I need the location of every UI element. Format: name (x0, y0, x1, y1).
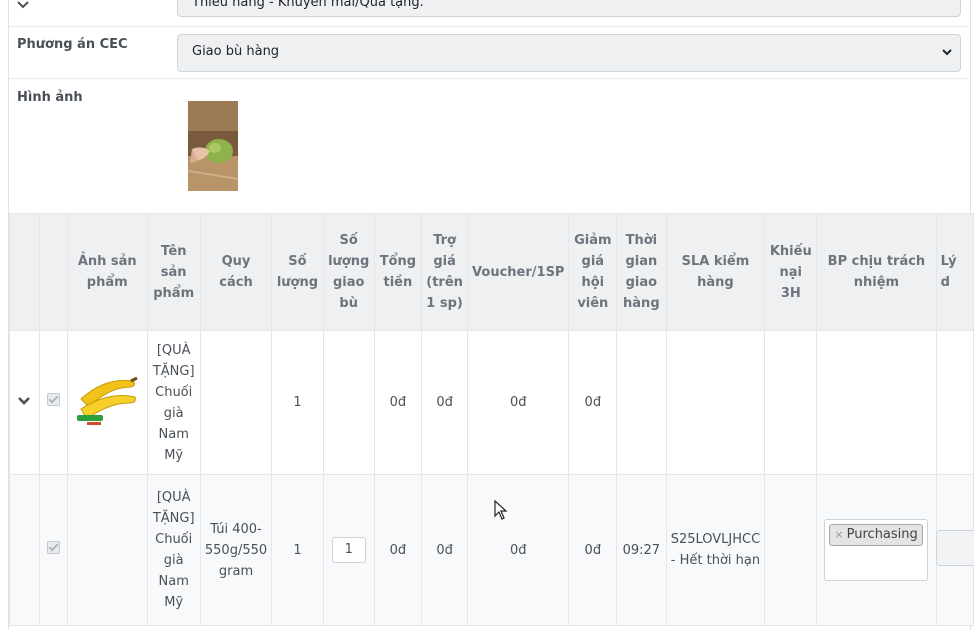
col-image: Ảnh sản phẩm (67, 213, 148, 331)
row-checkbox[interactable] (38, 474, 68, 626)
col-delivery-time: Thời gian giao hàng (616, 213, 667, 331)
product-name: [QUÀ TẶNG] Chuối già Nam Mỹ (146, 330, 201, 475)
chevron-down-icon (942, 49, 952, 56)
issue-type-value: Thiếu hàng - Khuyến mãi/Quà tặng. (192, 0, 424, 10)
col-voucher: Voucher/1SP (467, 213, 570, 331)
col-comp-qty: Số lượng giao bù (322, 213, 375, 331)
product-total: 0đ (373, 330, 423, 475)
expand-placeholder (9, 474, 40, 626)
form-row-cec: Phương án CEC Giao bù hàng (9, 26, 969, 79)
checkbox-checked-icon (46, 540, 60, 554)
product-spec: Túi 400-550g/550 gram (199, 474, 273, 626)
images-label: Hình ảnh (17, 90, 83, 105)
responsible-multiselect[interactable]: × Purchasing (824, 519, 929, 581)
col-total: Tổng tiền (373, 213, 423, 331)
product-image (67, 474, 148, 626)
product-qty: 1 (271, 474, 324, 626)
product-total: 0đ (373, 474, 423, 626)
cec-value: Giao bù hàng (192, 44, 280, 59)
product-image (67, 330, 148, 475)
product-member-discount: 0đ (568, 330, 618, 475)
chevron-down-icon (18, 397, 31, 405)
product-delivery-time (616, 330, 667, 475)
col-qty: Số lượng (271, 213, 324, 331)
product-responsible: × Purchasing (816, 474, 937, 626)
product-complaint (764, 330, 818, 475)
table-row: [QUÀ TẶNG] Chuối già Nam Mỹ 1 0đ 0đ 0đ 0… (9, 330, 974, 475)
col-reason: Lý d (935, 213, 974, 331)
product-comp-qty (322, 330, 375, 475)
form-row-issue-type: Thiếu hàng - Khuyến mãi/Quà tặng. (9, 0, 969, 27)
product-reason (935, 330, 974, 475)
product-delivery-time: 09:27 (616, 474, 667, 626)
responsible-tag: × Purchasing (829, 524, 923, 546)
reason-button[interactable] (936, 530, 974, 566)
col-select (38, 213, 68, 331)
comp-qty-input[interactable]: 1 (331, 537, 366, 563)
product-sla (665, 330, 766, 475)
col-expand (9, 213, 40, 331)
product-table: Ảnh sản phẩm Tên sản phẩm Quy cách Số lư… (9, 213, 974, 626)
product-sla: S25LOVLJHCC - Hết thời hạn (665, 474, 766, 626)
evidence-photo[interactable] (188, 101, 238, 191)
product-qty: 1 (271, 330, 324, 475)
table-header-row: Ảnh sản phẩm Tên sản phẩm Quy cách Số lư… (9, 213, 974, 331)
expand-toggle[interactable] (9, 330, 40, 475)
chevron-icon (17, 0, 29, 13)
responsible-tag-label: Purchasing (846, 527, 918, 542)
col-sla: SLA kiểm hàng (665, 213, 766, 331)
product-voucher: 0đ (467, 330, 570, 475)
product-name: [QUÀ TẶNG] Chuối già Nam Mỹ (146, 474, 201, 626)
product-member-discount: 0đ (568, 474, 618, 626)
tag-remove-icon[interactable]: × (834, 528, 843, 541)
product-responsible (816, 330, 937, 475)
product-comp-qty: 1 (322, 474, 375, 626)
mouse-cursor-icon (494, 500, 508, 520)
banana-icon (77, 376, 138, 425)
product-subsidy: 0đ (421, 330, 469, 475)
cec-select[interactable]: Giao bù hàng (177, 34, 961, 72)
issue-type-select[interactable]: Thiếu hàng - Khuyến mãi/Quà tặng. (177, 0, 961, 17)
col-spec: Quy cách (199, 213, 273, 331)
table-row: [QUÀ TẶNG] Chuối già Nam Mỹ Túi 400-550g… (9, 474, 974, 626)
col-complaint: Khiếu nại 3H (764, 213, 818, 331)
checkbox-checked-icon (46, 393, 60, 406)
col-responsible: BP chịu trách nhiệm (816, 213, 937, 331)
chevron-down-icon (940, 0, 954, 3)
form-row-images: Hình ảnh (9, 79, 969, 213)
col-name: Tên sản phẩm (146, 213, 201, 331)
col-member-discount: Giảm giá hội viên (568, 213, 618, 331)
product-subsidy: 0đ (421, 474, 469, 626)
row-checkbox[interactable] (38, 330, 68, 475)
cec-label: Phương án CEC (17, 37, 128, 52)
col-subsidy: Trợ giá (trên 1 sp) (421, 213, 469, 331)
product-voucher: 0đ (467, 474, 570, 626)
product-spec (199, 330, 273, 475)
product-complaint (764, 474, 818, 626)
